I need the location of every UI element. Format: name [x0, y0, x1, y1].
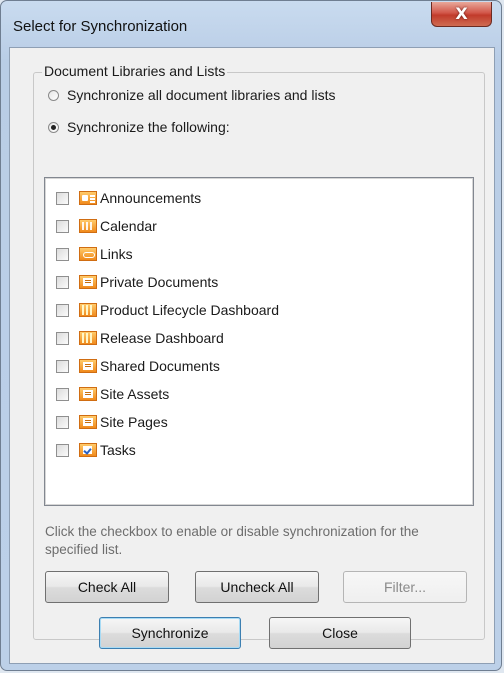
checkbox[interactable] — [56, 275, 69, 289]
tasks-icon — [79, 443, 97, 457]
checkbox[interactable] — [56, 443, 69, 457]
list-item-site-pages[interactable]: Site Pages — [56, 411, 168, 433]
list-item-site-assets[interactable]: Site Assets — [56, 383, 169, 405]
close-button[interactable]: Close — [269, 617, 411, 649]
uncheck-all-button[interactable]: Uncheck All — [195, 571, 319, 603]
list-item-private-documents[interactable]: Private Documents — [56, 271, 218, 293]
close-icon: X — [455, 4, 468, 23]
instruction-text: Click the checkbox to enable or disable … — [45, 524, 419, 557]
checkbox[interactable] — [56, 303, 69, 317]
checkbox[interactable] — [56, 219, 69, 233]
document-library-icon — [79, 275, 97, 289]
radio-synchronize-all[interactable]: Synchronize all document libraries and l… — [48, 85, 335, 105]
checkbox[interactable] — [56, 415, 69, 429]
radio-label: Synchronize all document libraries and l… — [67, 87, 336, 103]
list-item-label: Links — [100, 246, 133, 262]
calendar-icon — [79, 219, 97, 233]
title-bar[interactable]: Select for Synchronization X — [1, 1, 501, 47]
checkbox[interactable] — [56, 247, 69, 261]
checkbox[interactable] — [56, 331, 69, 345]
checkbox[interactable] — [56, 387, 69, 401]
list-item-label: Release Dashboard — [100, 330, 224, 346]
radio-button-icon[interactable] — [48, 89, 59, 101]
checkbox[interactable] — [56, 359, 69, 373]
list-item-tasks[interactable]: Tasks — [56, 439, 136, 461]
list-item-shared-documents[interactable]: Shared Documents — [56, 355, 220, 377]
list-item-label: Site Pages — [100, 414, 168, 430]
list-item-label: Product Lifecycle Dashboard — [100, 302, 279, 318]
list-selection-box[interactable]: Announcements Calendar Links Private Doc… — [44, 177, 474, 506]
window-title: Select for Synchronization — [13, 18, 188, 35]
list-item-label: Calendar — [100, 218, 157, 234]
group-legend: Document Libraries and Lists — [42, 63, 228, 79]
filter-button[interactable]: Filter... — [343, 571, 467, 603]
synchronize-button[interactable]: Synchronize — [99, 617, 241, 649]
list-item-label: Announcements — [100, 190, 202, 206]
document-library-icon — [79, 415, 97, 429]
list-item-links[interactable]: Links — [56, 243, 133, 265]
radio-label: Synchronize the following: — [67, 119, 230, 135]
list-item-announcements[interactable]: Announcements — [56, 187, 201, 209]
checkbox[interactable] — [56, 191, 69, 205]
close-window-button[interactable]: X — [431, 2, 492, 27]
list-item-label: Private Documents — [100, 274, 219, 290]
announcements-icon — [79, 191, 97, 205]
list-item-label: Site Assets — [100, 386, 170, 402]
list-item-label: Tasks — [100, 442, 136, 458]
dashboard-icon — [79, 331, 97, 345]
dialog-window: Select for Synchronization X Document Li… — [0, 0, 502, 671]
document-library-icon — [79, 359, 97, 373]
list-item-label: Shared Documents — [100, 358, 220, 374]
list-item-calendar[interactable]: Calendar — [56, 215, 157, 237]
links-icon — [79, 247, 97, 261]
dashboard-icon — [79, 303, 97, 317]
radio-synchronize-following[interactable]: Synchronize the following: — [48, 117, 230, 137]
dialog-body: Document Libraries and Lists Synchronize… — [9, 47, 495, 664]
radio-button-checked-icon[interactable] — [48, 121, 59, 133]
document-library-icon — [79, 387, 97, 401]
check-all-button[interactable]: Check All — [45, 571, 169, 603]
list-item-product-lifecycle-dashboard[interactable]: Product Lifecycle Dashboard — [56, 299, 279, 321]
document-libraries-group: Document Libraries and Lists Synchronize… — [33, 63, 485, 640]
list-item-release-dashboard[interactable]: Release Dashboard — [56, 327, 224, 349]
